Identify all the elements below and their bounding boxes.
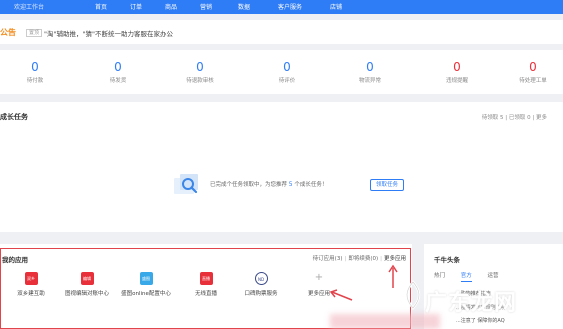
stat-refund-review[interactable]: 0 待退款审核 — [165, 60, 235, 84]
stat-label: 物流异常 — [358, 78, 381, 84]
watermark-logo-icon — [405, 280, 421, 310]
arrow-left-icon — [329, 289, 353, 301]
stat-label: 待处理工单 — [519, 78, 547, 84]
recommended-count: 5 — [288, 181, 293, 188]
app-icon: ND — [254, 272, 268, 285]
stat-value: 0 — [196, 60, 204, 74]
pinned-badge: 置顶 — [26, 29, 43, 37]
stat-label: 待评价 — [278, 78, 296, 84]
claim-task-button[interactable]: 领取任务 — [370, 179, 404, 191]
stat-value: 0 — [31, 60, 39, 74]
notice-title: 公告 — [0, 28, 16, 37]
app-tile[interactable]: 双乡 双乡建互助 — [0, 272, 62, 297]
nav-item-marketing[interactable]: 营销 — [200, 2, 212, 11]
tasks-title: 成长任务 — [0, 113, 28, 121]
stat-value: 0 — [366, 60, 374, 74]
apps-links: 待订应用(3) | 即将续费(0) | 更多应用 — [312, 256, 406, 262]
stat-label: 待付款 — [26, 78, 44, 84]
app-icon: 直播 — [199, 272, 213, 285]
tasks-meta-links[interactable]: 待领取 5 | 已领取 0 | 更多 — [482, 113, 547, 121]
magnifier-empty-icon — [174, 174, 198, 194]
nav-item-shop[interactable]: 店铺 — [330, 2, 342, 11]
stat-logistics-exception[interactable]: 0 物流异常 — [335, 60, 405, 84]
growth-tasks-panel: 成长任务 待领取 5 | 已领取 0 | 更多 已完成个任务领取中，为您推荐 5… — [0, 102, 563, 232]
stat-violation-alert[interactable]: 0 违规提醒 — [422, 60, 492, 84]
app-label: 图视编辑对账中心 — [64, 291, 109, 297]
app-tile[interactable]: ND 口碑购票服务 — [230, 272, 292, 297]
stat-pending-payment[interactable]: 0 待付款 — [0, 60, 70, 84]
top-nav-bar: 欢迎工作台 首页 订单 商品 营销 数据 客户服务 店铺 — [0, 0, 563, 14]
arrow-up-icon — [388, 264, 398, 288]
watermark-text: 广东龙网 — [425, 291, 518, 316]
apps-title: 我的应用 — [2, 256, 28, 264]
empty-text-prefix: 已完成个任务领取中，为您推荐 — [210, 182, 288, 188]
order-stats-panel: 0 待付款 0 待发货 0 待退款审核 0 待评价 0 物流异常 0 违规提醒 … — [0, 50, 563, 94]
app-label: 口碑购票服务 — [244, 291, 278, 297]
stat-value: 0 — [529, 60, 537, 74]
app-tile[interactable]: 直播 无线直播 — [175, 272, 237, 297]
brand-label: 欢迎工作台 — [14, 4, 45, 11]
nav-item-home[interactable]: 首页 — [95, 2, 107, 11]
pending-apps-link[interactable]: 待订应用(3) — [313, 256, 343, 262]
stat-label: 待退款审核 — [186, 78, 214, 84]
more-apps-link[interactable]: 更多应用 — [384, 256, 406, 262]
stat-pending-shipment[interactable]: 0 待发货 — [83, 60, 153, 84]
stat-pending-review[interactable]: 0 待评价 — [252, 60, 322, 84]
plus-icon: + — [312, 272, 326, 285]
app-label: 无线直播 — [194, 291, 217, 297]
nav-item-orders[interactable]: 订单 — [130, 2, 142, 11]
app-tile[interactable]: 编辑 图视编辑对账中心 — [56, 272, 118, 297]
stat-value: 0 — [453, 60, 461, 74]
nav-item-service[interactable]: 客户服务 — [278, 2, 302, 11]
nav-item-data[interactable]: 数据 — [238, 2, 250, 11]
renewal-apps-link[interactable]: 即将续费(0) — [348, 256, 378, 262]
stat-pending-tickets[interactable]: 0 待处理工单 — [498, 60, 563, 84]
tab-hot[interactable]: 热门 — [434, 273, 445, 279]
tab-operations[interactable]: 运营 — [488, 273, 499, 279]
nav-item-products[interactable]: 商品 — [165, 2, 177, 11]
notice-bar: 公告 置顶 "淘"辅助推，"猜"不断统一助力客服在家办公 — [0, 20, 563, 44]
stat-label: 待发货 — [109, 78, 127, 84]
stat-value: 0 — [283, 60, 291, 74]
news-tabs: 热门 官方 运营 — [434, 271, 513, 282]
empty-text-suffix: 个成长任务！ — [294, 182, 328, 188]
stat-value: 0 — [114, 60, 122, 74]
app-icon: 双乡 — [24, 272, 38, 285]
app-label: 盛图online配置中心 — [121, 291, 171, 297]
app-icon: 盛图 — [139, 272, 153, 285]
tasks-empty-message: 已完成个任务领取中，为您推荐 5 个成长任务！ — [210, 180, 327, 188]
app-tile[interactable]: 盛图 盛图online配置中心 — [115, 272, 177, 297]
app-icon: 编辑 — [80, 272, 94, 285]
notice-link[interactable]: "淘"辅助推，"猜"不断统一助力客服在家办公 — [44, 28, 173, 38]
news-item[interactable]: ...注意了 保障你的AQ — [456, 317, 505, 324]
news-title: 千牛头条 — [434, 256, 460, 264]
app-label: 双乡建互助 — [17, 291, 45, 297]
stat-label: 违规提醒 — [445, 78, 468, 84]
blur-overlay — [330, 314, 440, 329]
tab-official[interactable]: 官方 — [460, 273, 472, 282]
